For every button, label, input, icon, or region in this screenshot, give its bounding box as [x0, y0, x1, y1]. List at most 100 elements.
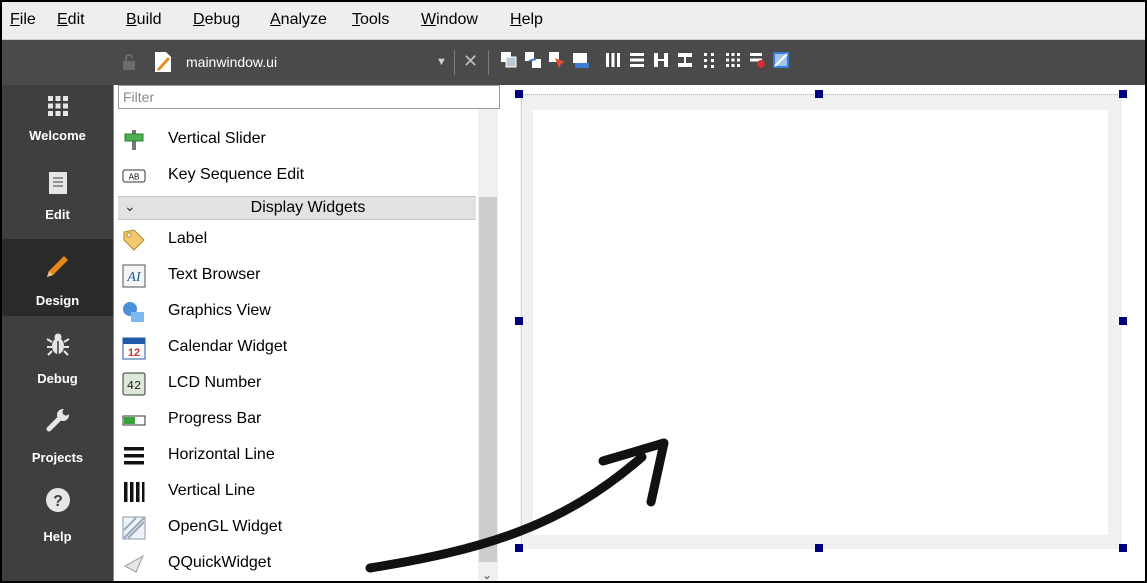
qquickwidget-icon [123, 554, 145, 573]
resize-handle[interactable] [515, 544, 523, 552]
widget-item-label[interactable]: Label [118, 222, 476, 258]
widget-box-scrollbar[interactable]: ⌄ [478, 109, 498, 581]
mode-label: Design [35, 293, 80, 308]
menu-tools[interactable]: Tools [352, 11, 389, 29]
widget-filter-input[interactable]: Filter [118, 85, 500, 109]
svg-text:42: 42 [127, 379, 141, 393]
mode-projects[interactable]: Projects [2, 403, 113, 480]
widget-item-label: Text Browser [168, 266, 261, 283]
widget-item-progress-bar[interactable]: Progress Bar [118, 402, 476, 438]
adjust-size-icon[interactable] [772, 51, 790, 69]
vertical-line-icon [124, 482, 145, 502]
resize-handle[interactable] [815, 544, 823, 552]
resize-handle[interactable] [515, 90, 523, 98]
mode-selector-sidebar: Welcome Edit Design Debug Projects ? Hel… [2, 85, 113, 581]
mode-label: Debug [37, 371, 78, 386]
edit-signals-slots-icon[interactable] [524, 51, 542, 69]
widget-item-label: OpenGL Widget [168, 518, 283, 535]
central-widget[interactable] [533, 110, 1108, 535]
resize-handle[interactable] [515, 317, 523, 325]
question-icon: ? [46, 488, 70, 512]
widget-item-label: Graphics View [168, 302, 271, 319]
toolbar-separator [454, 50, 455, 75]
widget-item-lcd-number[interactable]: 42 LCD Number [118, 366, 476, 402]
widget-item-label: Calendar Widget [168, 338, 288, 355]
opengl-widget-icon [122, 516, 146, 540]
mode-label: Edit [45, 207, 70, 222]
grid-icon [48, 96, 68, 116]
mode-help[interactable]: ? Help [2, 480, 113, 557]
graphics-view-icon [123, 302, 144, 322]
lock-icon[interactable] [122, 54, 136, 70]
scroll-down-icon[interactable]: ⌄ [482, 568, 492, 581]
pencil-icon [47, 256, 68, 277]
widget-item-opengl-widget[interactable]: OpenGL Widget [118, 510, 476, 546]
menu-build[interactable]: Build [126, 11, 162, 29]
menu-debug[interactable]: Debug [193, 11, 240, 29]
main-window-form[interactable] [520, 94, 1122, 549]
vertical-slider-icon [124, 130, 144, 150]
text-browser-icon: AI [122, 264, 146, 288]
mode-debug[interactable]: Debug [2, 326, 113, 403]
edit-buddies-icon[interactable] [548, 51, 566, 69]
key-sequence-edit-icon: AB [122, 169, 146, 183]
resize-handle[interactable] [1119, 90, 1127, 98]
editor-toolbar: mainwindow.ui ▼ ✕ [2, 40, 1145, 85]
label-tag-icon [123, 229, 145, 251]
form-editor-canvas[interactable] [502, 85, 1145, 581]
calendar-icon: 12 [122, 337, 146, 360]
widget-item-qquickwidget[interactable]: QQuickWidget [118, 546, 476, 581]
layout-vertical-icon[interactable] [628, 51, 646, 69]
horizontal-line-icon [124, 447, 144, 465]
widget-item-label: Key Sequence Edit [168, 166, 305, 183]
widget-item-calendar-widget[interactable]: 12 Calendar Widget [118, 330, 476, 366]
layout-vertical-splitter-icon[interactable] [676, 51, 694, 69]
mode-label: Help [43, 529, 72, 544]
widget-item-text-browser[interactable]: AI Text Browser [118, 258, 476, 294]
widget-item-label: Horizontal Line [168, 446, 275, 463]
resize-handle[interactable] [1119, 317, 1127, 325]
svg-text:?: ? [53, 493, 63, 510]
ui-file-icon [155, 52, 171, 72]
menu-help[interactable]: Help [510, 11, 543, 29]
scrollbar-thumb[interactable] [479, 197, 497, 562]
close-document-icon[interactable]: ✕ [463, 52, 478, 70]
resize-handle[interactable] [1119, 544, 1127, 552]
widget-item-label: Vertical Slider [168, 130, 266, 147]
toolbar-separator [488, 50, 489, 75]
menu-analyze[interactable]: Analyze [270, 11, 327, 29]
open-document-name[interactable]: mainwindow.ui [186, 54, 277, 70]
svg-text:12: 12 [128, 347, 140, 359]
category-label: Display Widgets [250, 199, 366, 216]
layout-horizontal-icon[interactable] [604, 51, 622, 69]
edit-widgets-icon[interactable] [500, 51, 518, 69]
menu-edit[interactable]: Edit [57, 11, 85, 29]
widget-item-label: QQuickWidget [168, 554, 272, 571]
widget-item-key-sequence-edit[interactable]: AB Key Sequence Edit [118, 158, 476, 194]
layout-form-icon[interactable] [700, 51, 718, 69]
bug-icon [46, 333, 70, 356]
widget-item-horizontal-line[interactable]: Horizontal Line [118, 438, 476, 474]
menu-file[interactable]: File [10, 11, 36, 29]
widget-item-vertical-line[interactable]: Vertical Line [118, 474, 476, 510]
progress-bar-icon [122, 415, 146, 426]
edit-tab-order-icon[interactable] [572, 51, 590, 69]
resize-handle[interactable] [815, 90, 823, 98]
documents-dropdown-icon[interactable]: ▼ [436, 56, 447, 68]
wrench-icon [46, 408, 70, 432]
menu-bar: File Edit Build Debug Analyze Tools Wind… [2, 2, 1145, 40]
widget-item-label: Label [168, 230, 208, 247]
document-icon [49, 172, 67, 194]
mode-welcome[interactable]: Welcome [2, 85, 113, 162]
category-display-widgets[interactable]: ⌄ Display Widgets [118, 196, 476, 220]
svg-text:AI: AI [126, 270, 142, 285]
mode-design[interactable]: Design [2, 239, 113, 316]
mode-label: Projects [31, 450, 84, 465]
break-layout-icon[interactable] [748, 51, 766, 69]
widget-item-graphics-view[interactable]: Graphics View [118, 294, 476, 330]
mode-edit[interactable]: Edit [2, 162, 113, 239]
menu-window[interactable]: Window [421, 11, 478, 29]
widget-item-vertical-slider[interactable]: Vertical Slider [118, 122, 476, 158]
layout-horizontal-splitter-icon[interactable] [652, 51, 670, 69]
layout-grid-icon[interactable] [724, 51, 742, 69]
